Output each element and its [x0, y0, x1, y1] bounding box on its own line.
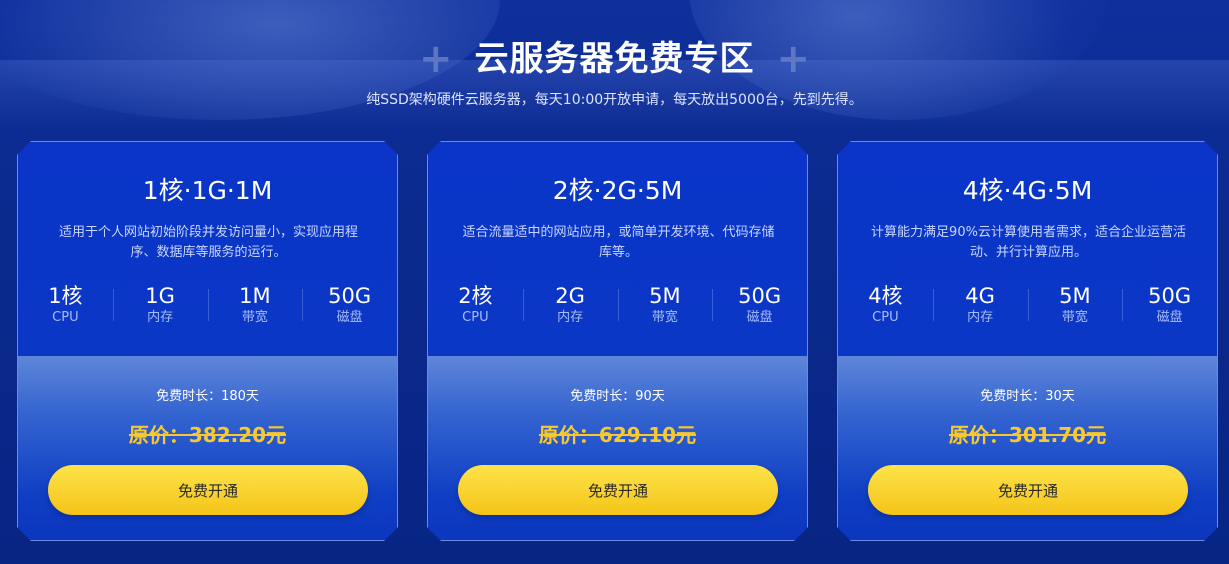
- spec-disk: 50G 磁盘: [1122, 283, 1217, 329]
- spec-value: 2核: [458, 284, 493, 308]
- spec-value: 5M: [1059, 284, 1091, 308]
- spec-disk: 50G 磁盘: [302, 283, 397, 329]
- spec-label: 带宽: [241, 310, 268, 325]
- plan-cards: 1核·1G·1M 适用于个人网站初始阶段并发访问量小，实现应用程序、数据库等服务…: [17, 141, 1212, 541]
- spec-label: 内存: [147, 310, 174, 325]
- plan-description: 计算能力满足90%云计算使用者需求，适合企业运营活动、并行计算应用。: [871, 225, 1186, 260]
- spec-label: CPU: [462, 310, 489, 325]
- plus-decoration-left: +: [418, 36, 453, 82]
- spec-bandwidth: 1M 带宽: [208, 283, 303, 329]
- original-price-text: 原价：382.20元: [129, 419, 286, 448]
- free-duration: 免费时长：90天: [570, 389, 665, 404]
- free-duration: 免费时长：180天: [156, 389, 259, 404]
- spec-memory: 2G 内存: [523, 283, 618, 329]
- original-price: 原价：382.20元: [18, 419, 397, 448]
- spec-bandwidth: 5M 带宽: [618, 283, 713, 329]
- spec-value: 1M: [239, 284, 271, 308]
- title-row: + 云服务器免费专区 +: [0, 34, 1229, 84]
- spec-disk: 50G 磁盘: [712, 283, 807, 329]
- plan-name: 1核·1G·1M: [142, 176, 273, 205]
- spec-memory: 4G 内存: [933, 283, 1028, 329]
- spec-value: 5M: [649, 284, 681, 308]
- plan-description: 适用于个人网站初始阶段并发访问量小，实现应用程序、数据库等服务的运行。: [58, 225, 358, 260]
- spec-list: 2核 CPU 2G 内存 5M 带宽 50G 磁盘: [428, 283, 807, 329]
- plan-name: 4核·4G·5M: [962, 176, 1093, 205]
- spec-list: 4核 CPU 4G 内存 5M 带宽 50G 磁盘: [838, 283, 1217, 329]
- free-open-button[interactable]: 免费开通: [48, 465, 368, 515]
- plan-name: 2核·2G·5M: [552, 176, 683, 205]
- spec-value: 2G: [555, 284, 585, 308]
- free-duration: 免费时长：30天: [980, 389, 1075, 404]
- spec-value: 50G: [738, 284, 782, 308]
- spec-label: 磁盘: [1156, 310, 1183, 325]
- spec-label: 带宽: [651, 310, 678, 325]
- plan-card-3: 4核·4G·5M 计算能力满足90%云计算使用者需求，适合企业运营活动、并行计算…: [837, 141, 1218, 541]
- page-title: 云服务器免费专区: [474, 39, 755, 79]
- spec-list: 1核 CPU 1G 内存 1M 带宽 50G 磁盘: [18, 283, 397, 329]
- spec-label: 磁盘: [746, 310, 773, 325]
- spec-label: 带宽: [1061, 310, 1088, 325]
- spec-value: 4G: [965, 284, 995, 308]
- original-price-text: 原价：629.10元: [539, 419, 696, 448]
- spec-label: 磁盘: [336, 310, 363, 325]
- original-price-text: 原价：301.70元: [949, 419, 1106, 448]
- spec-cpu: 1核 CPU: [18, 283, 113, 329]
- plan-description: 适合流量适中的网站应用，或简单开发环境、代码存储库等。: [462, 225, 775, 260]
- section-header: + 云服务器免费专区 + 纯SSD架构硬件云服务器，每天10:00开放申请，每天…: [0, 34, 1229, 109]
- spec-value: 50G: [328, 284, 372, 308]
- spec-value: 1核: [48, 284, 83, 308]
- spec-value: 4核: [868, 284, 903, 308]
- plan-card-1: 1核·1G·1M 适用于个人网站初始阶段并发访问量小，实现应用程序、数据库等服务…: [17, 141, 398, 541]
- page-subtitle: 纯SSD架构硬件云服务器，每天10:00开放申请，每天放出5000台，先到先得。: [366, 92, 863, 108]
- free-open-button[interactable]: 免费开通: [868, 465, 1188, 515]
- plan-card-2: 2核·2G·5M 适合流量适中的网站应用，或简单开发环境、代码存储库等。 2核 …: [427, 141, 808, 541]
- spec-memory: 1G 内存: [113, 283, 208, 329]
- spec-label: CPU: [52, 310, 79, 325]
- free-open-button[interactable]: 免费开通: [458, 465, 778, 515]
- spec-label: CPU: [872, 310, 899, 325]
- spec-label: 内存: [967, 310, 994, 325]
- spec-label: 内存: [557, 310, 584, 325]
- plus-decoration-right: +: [776, 36, 811, 82]
- spec-value: 1G: [145, 284, 175, 308]
- original-price: 原价：629.10元: [428, 419, 807, 448]
- spec-bandwidth: 5M 带宽: [1028, 283, 1123, 329]
- spec-value: 50G: [1148, 284, 1192, 308]
- spec-cpu: 2核 CPU: [428, 283, 523, 329]
- spec-cpu: 4核 CPU: [838, 283, 933, 329]
- original-price: 原价：301.70元: [838, 419, 1217, 448]
